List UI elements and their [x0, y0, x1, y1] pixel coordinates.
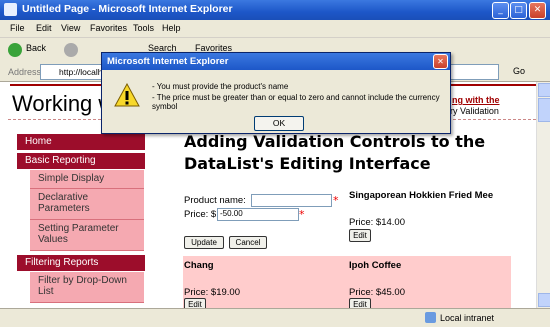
vertical-scrollbar[interactable]	[536, 82, 550, 308]
nav-filtering-reports[interactable]: Filtering Reports	[17, 255, 145, 271]
page-heading-line1: Adding Validation Controls to the	[184, 132, 486, 151]
window-title: Untitled Page - Microsoft Internet Explo…	[22, 3, 233, 15]
dialog-ok-button[interactable]: OK	[254, 116, 304, 131]
nav-basic-reporting[interactable]: Basic Reporting	[17, 153, 145, 169]
ie-icon	[4, 3, 17, 16]
product-name: Singaporean Hokkien Fried Mee	[349, 190, 494, 201]
address-label: Address	[8, 67, 42, 77]
alert-dialog: Microsoft Internet Explorer ✕ - You must…	[101, 52, 451, 134]
product-price: Price: $19.00	[184, 287, 240, 298]
nav-declarative-parameters[interactable]: Declarative Parameters	[30, 189, 144, 220]
menu-favorites[interactable]: Favorites	[90, 23, 127, 33]
window-titlebar[interactable]: Untitled Page - Microsoft Internet Explo…	[0, 0, 550, 20]
scroll-down-icon[interactable]	[538, 293, 550, 307]
dialog-title: Microsoft Internet Explorer	[107, 56, 229, 67]
header-breadcrumb: ry Validation	[450, 106, 499, 116]
nav-home[interactable]: Home	[17, 134, 145, 150]
price-required: *	[299, 208, 305, 221]
go-button[interactable]: Go	[513, 66, 525, 76]
update-button[interactable]: Update	[184, 236, 224, 249]
back-button[interactable]: Back	[26, 43, 46, 53]
header-link[interactable]: ng with the	[452, 95, 500, 105]
forward-arrow-icon[interactable]	[64, 43, 78, 57]
cancel-button[interactable]: Cancel	[229, 236, 267, 249]
menu-bar: File Edit View Favorites Tools Help	[0, 20, 550, 38]
menu-tools[interactable]: Tools	[133, 23, 154, 33]
close-button[interactable]: ✕	[529, 2, 546, 19]
product-name-required: *	[333, 194, 339, 207]
status-bar: Local intranet	[0, 308, 550, 327]
menu-view[interactable]: View	[61, 23, 80, 33]
dialog-titlebar[interactable]: Microsoft Internet Explorer ✕	[102, 53, 450, 70]
product-name: Chang	[184, 260, 214, 271]
price-input[interactable]: -50.00	[217, 208, 299, 221]
minimize-button[interactable]: _	[492, 2, 509, 19]
site-title: Working w	[12, 91, 115, 116]
page-heading-line2: DataList's Editing Interface	[184, 154, 431, 173]
product-name-label: Product name:	[184, 195, 246, 206]
back-arrow-icon[interactable]	[8, 43, 22, 57]
menu-edit[interactable]: Edit	[36, 23, 52, 33]
address-url: http://localho	[59, 67, 108, 77]
nav-filter-dropdown[interactable]: Filter by Drop-Down List	[30, 272, 144, 303]
dialog-close-button[interactable]: ✕	[433, 54, 448, 69]
maximize-button[interactable]: □	[510, 2, 527, 19]
dialog-message-line1: - You must provide the product's name	[152, 82, 289, 91]
nav-simple-display[interactable]: Simple Display	[30, 170, 144, 189]
item-row-highlight	[183, 256, 511, 308]
edit-button[interactable]: Edit	[184, 298, 206, 308]
scroll-up-icon[interactable]	[538, 83, 550, 97]
product-name: Ipoh Coffee	[349, 260, 402, 271]
security-zone: Local intranet	[440, 313, 495, 323]
menu-file[interactable]: File	[10, 23, 25, 33]
product-price: Price: $14.00	[349, 217, 405, 228]
scroll-thumb[interactable]	[538, 98, 550, 122]
intranet-icon	[425, 312, 436, 323]
edit-button[interactable]: Edit	[349, 229, 371, 242]
menu-help[interactable]: Help	[162, 23, 181, 33]
warning-icon	[114, 83, 140, 107]
nav-setting-parameter-values[interactable]: Setting Parameter Values	[30, 220, 144, 251]
edit-button[interactable]: Edit	[349, 298, 371, 308]
product-price: Price: $45.00	[349, 287, 405, 298]
product-name-input[interactable]	[251, 194, 332, 207]
price-label: Price: $	[184, 209, 217, 220]
dialog-message-line2: - The price must be greater than or equa…	[152, 93, 440, 111]
